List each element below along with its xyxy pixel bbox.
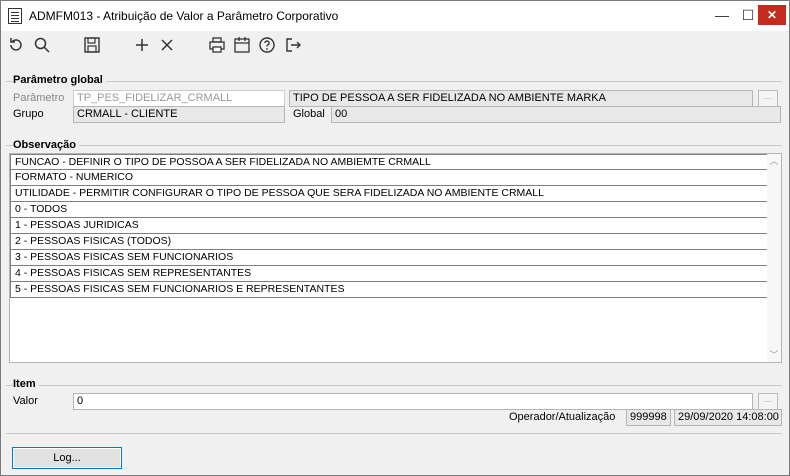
scroll-down-icon[interactable]: ﹀ [767, 348, 781, 362]
grupo-label: Grupo [13, 108, 44, 120]
observacao-line: 4 - PESSOAS FISICAS SEM REPRESENTANTES [10, 266, 769, 282]
scroll-up-icon[interactable]: ︿ [767, 154, 781, 168]
parametro-description-field: TIPO DE PESSOA A SER FIDELIZADA NO AMBIE… [289, 90, 753, 107]
save-icon[interactable] [81, 34, 103, 56]
parametro-global-legend: Parâmetro global [13, 74, 106, 86]
minimize-button[interactable]: — [709, 5, 735, 25]
operador-field: 999998 [626, 409, 671, 426]
atualizacao-field: 29/09/2020 14:08:00 [674, 409, 782, 426]
app-icon [8, 8, 22, 24]
print-icon[interactable] [206, 34, 228, 56]
delete-icon[interactable] [156, 34, 178, 56]
item-groupline [6, 385, 782, 386]
global-label: Global [293, 108, 325, 120]
observacao-line: FUNCAO - DEFINIR O TIPO DE POSSOA A SER … [10, 154, 769, 170]
refresh-icon[interactable] [5, 34, 27, 56]
parametro-label: Parâmetro [13, 92, 65, 104]
observacao-scrollbar[interactable]: ︿ ﹀ [767, 154, 781, 362]
observacao-legend: Observação [13, 139, 79, 151]
valor-input[interactable]: 0 [73, 393, 753, 410]
parametro-field[interactable]: TP_PES_FIDELIZAR_CRMALL [73, 90, 285, 107]
observacao-list[interactable]: FUNCAO - DEFINIR O TIPO DE POSSOA A SER … [9, 153, 782, 363]
observacao-line: FORMATO - NUMERICO [10, 170, 769, 186]
help-icon[interactable] [256, 34, 278, 56]
app-window: ADMFM013 - Atribuição de Valor a Parâmet… [0, 0, 790, 476]
log-button[interactable]: Log... [12, 447, 122, 469]
close-button[interactable]: ✕ [758, 5, 786, 25]
global-field: 00 [331, 106, 781, 123]
calendar-icon[interactable] [231, 34, 253, 56]
search-icon[interactable] [31, 34, 53, 56]
item-legend: Item [13, 378, 39, 390]
window-title: ADMFM013 - Atribuição de Valor a Parâmet… [29, 9, 339, 23]
observacao-line: 1 - PESSOAS JURIDICAS [10, 218, 769, 234]
valor-label: Valor [13, 395, 38, 407]
add-icon[interactable] [131, 34, 153, 56]
observacao-line: 2 - PESSOAS FISICAS (TODOS) [10, 234, 769, 250]
title-bar: ADMFM013 - Atribuição de Valor a Parâmet… [1, 1, 789, 31]
toolbar [1, 31, 789, 59]
parametro-global-groupline [6, 81, 782, 82]
bottom-separator [6, 433, 782, 434]
observacao-line: 5 - PESSOAS FISICAS SEM FUNCIONARIOS E R… [10, 282, 769, 298]
grupo-field: CRMALL - CLIENTE [73, 106, 285, 123]
operador-atualizacao-label: Operador/Atualização [509, 411, 616, 423]
observacao-line: 0 - TODOS [10, 202, 769, 218]
exit-icon[interactable] [282, 34, 304, 56]
observacao-line: 3 - PESSOAS FISICAS SEM FUNCIONARIOS [10, 250, 769, 266]
valor-lookup-button[interactable]: ⋯ [758, 393, 778, 410]
observacao-groupline [6, 145, 782, 146]
observacao-line: UTILIDADE - PERMITIR CONFIGURAR O TIPO D… [10, 186, 769, 202]
parametro-lookup-button[interactable]: ⋯ [758, 90, 778, 107]
